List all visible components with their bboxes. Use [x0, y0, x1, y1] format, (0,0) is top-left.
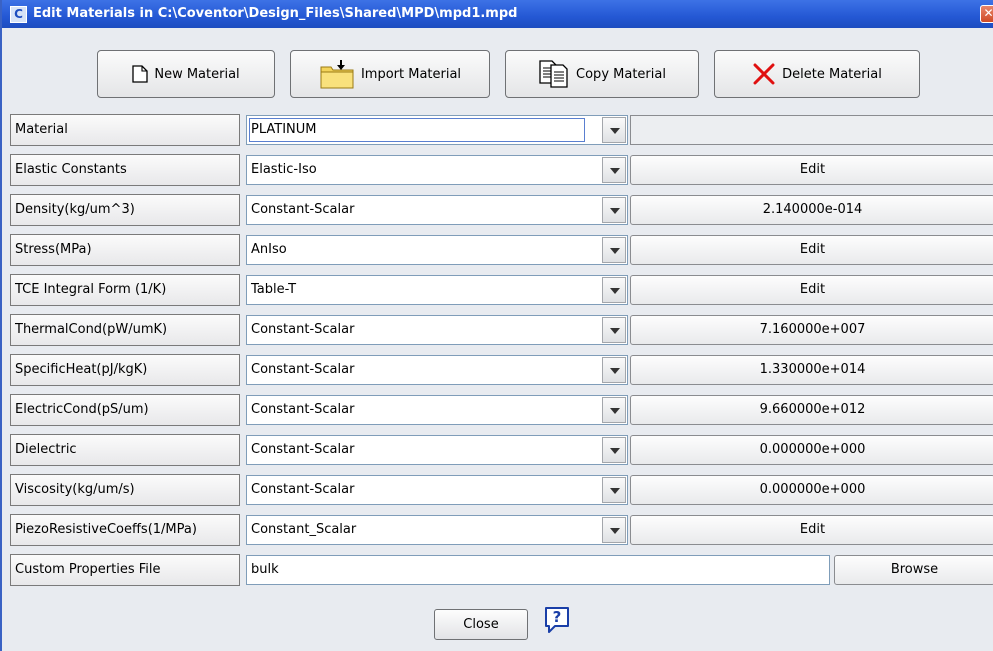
import-material-label: Import Material	[360, 66, 462, 82]
piezo-edit-button[interactable]: Edit	[630, 515, 993, 545]
specific-heat-value-button[interactable]: 1.330000e+014	[630, 355, 993, 385]
folder-import-icon	[320, 60, 354, 89]
viscosity-value-button[interactable]: 0.000000e+000	[630, 475, 993, 505]
piezo-label: PiezoResistiveCoeffs(1/MPa)	[10, 514, 240, 546]
window-close-button[interactable]: ✕	[980, 5, 993, 23]
density-combo[interactable]: Constant-Scalar	[246, 195, 628, 225]
red-x-icon	[753, 63, 775, 85]
new-material-label: New Material	[154, 66, 240, 82]
custom-properties-label: Custom Properties File	[10, 554, 240, 586]
electric-cond-value-button[interactable]: 9.660000e+012	[630, 395, 993, 425]
density-combo-value: Constant-Scalar	[251, 202, 355, 217]
dielectric-combo-value: Constant-Scalar	[251, 442, 355, 457]
stress-combo[interactable]: AnIso	[246, 235, 628, 265]
material-value-cell	[630, 115, 993, 145]
dielectric-value-button[interactable]: 0.000000e+000	[630, 435, 993, 465]
elastic-constants-label: Elastic Constants	[10, 154, 240, 186]
stress-combo-value: AnIso	[251, 242, 287, 257]
material-combo[interactable]: PLATINUM	[246, 115, 628, 145]
stress-label: Stress(MPa)	[10, 234, 240, 266]
elastic-constants-combo-value: Elastic-Iso	[251, 162, 317, 177]
tce-combo[interactable]: Table-T	[246, 275, 628, 305]
chevron-down-icon[interactable]	[602, 517, 626, 543]
chevron-down-icon[interactable]	[602, 237, 626, 263]
delete-material-button[interactable]: Delete Material	[714, 50, 920, 98]
chevron-down-icon[interactable]	[602, 437, 626, 463]
chevron-down-icon[interactable]	[602, 197, 626, 223]
chevron-down-icon[interactable]	[602, 117, 626, 143]
elastic-constants-combo[interactable]: Elastic-Iso	[246, 155, 628, 185]
close-button[interactable]: Close	[434, 609, 528, 640]
browse-button[interactable]: Browse	[834, 555, 993, 585]
thermal-cond-combo[interactable]: Constant-Scalar	[246, 315, 628, 345]
chevron-down-icon[interactable]	[602, 157, 626, 183]
help-icon-glyph: ?	[553, 608, 562, 626]
copy-material-label: Copy Material	[576, 66, 666, 82]
toolbar: New Material Import Material Copy Materi…	[2, 28, 993, 108]
page-icon	[132, 65, 148, 83]
elastic-constants-edit-button[interactable]: Edit	[630, 155, 993, 185]
chevron-down-icon[interactable]	[602, 317, 626, 343]
viscosity-label: Viscosity(kg/um/s)	[10, 474, 240, 506]
piezo-combo[interactable]: Constant_Scalar	[246, 515, 628, 545]
specific-heat-combo[interactable]: Constant-Scalar	[246, 355, 628, 385]
tce-combo-value: Table-T	[251, 282, 297, 297]
dielectric-combo[interactable]: Constant-Scalar	[246, 435, 628, 465]
edit-materials-dialog: C Edit Materials in C:\Coventor\Design_F…	[0, 0, 993, 651]
piezo-combo-value: Constant_Scalar	[251, 522, 357, 537]
thermal-cond-value-button[interactable]: 7.160000e+007	[630, 315, 993, 345]
electric-cond-label: ElectricCond(pS/um)	[10, 394, 240, 426]
electric-cond-combo-value: Constant-Scalar	[251, 402, 355, 417]
chevron-down-icon[interactable]	[602, 397, 626, 423]
title-bar: C Edit Materials in C:\Coventor\Design_F…	[2, 0, 993, 28]
tce-edit-button[interactable]: Edit	[630, 275, 993, 305]
specific-heat-label: SpecificHeat(pJ/kgK)	[10, 354, 240, 386]
app-icon: C	[10, 6, 27, 23]
viscosity-combo-value: Constant-Scalar	[251, 482, 355, 497]
delete-material-label: Delete Material	[782, 66, 882, 82]
material-combo-value: PLATINUM	[251, 122, 317, 137]
viscosity-combo[interactable]: Constant-Scalar	[246, 475, 628, 505]
specific-heat-combo-value: Constant-Scalar	[251, 362, 355, 377]
window-title: Edit Materials in C:\Coventor\Design_Fil…	[33, 6, 518, 21]
density-label: Density(kg/um^3)	[10, 194, 240, 226]
dielectric-label: Dielectric	[10, 434, 240, 466]
tce-label: TCE Integral Form (1/K)	[10, 274, 240, 306]
stress-edit-button[interactable]: Edit	[630, 235, 993, 265]
import-material-button[interactable]: Import Material	[290, 50, 490, 98]
new-material-button[interactable]: New Material	[97, 50, 275, 98]
thermal-cond-label: ThermalCond(pW/umK)	[10, 314, 240, 346]
chevron-down-icon[interactable]	[602, 477, 626, 503]
electric-cond-combo[interactable]: Constant-Scalar	[246, 395, 628, 425]
copy-material-button[interactable]: Copy Material	[505, 50, 699, 98]
custom-properties-field[interactable]: bulk	[246, 555, 830, 585]
material-label: Material	[10, 114, 240, 146]
help-icon[interactable]: ?	[543, 606, 571, 634]
thermal-cond-combo-value: Constant-Scalar	[251, 322, 355, 337]
chevron-down-icon[interactable]	[602, 357, 626, 383]
copy-pages-icon	[539, 60, 568, 88]
density-value-button[interactable]: 2.140000e-014	[630, 195, 993, 225]
chevron-down-icon[interactable]	[602, 277, 626, 303]
